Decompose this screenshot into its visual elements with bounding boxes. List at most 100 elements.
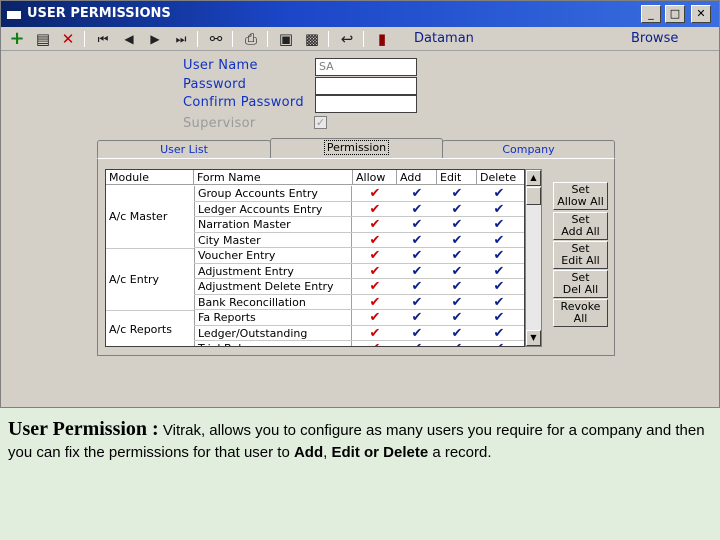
- supervisor-checkbox[interactable]: ✓: [314, 116, 327, 129]
- form-name-cell: Trial Bal: [194, 341, 352, 346]
- delete-icon[interactable]: ✕: [58, 29, 78, 49]
- binoculars-icon[interactable]: ⚯: [206, 29, 226, 49]
- table-row[interactable]: Adjustment Delete Entry ✔ ✔ ✔ ✔: [194, 279, 524, 295]
- column-header-form-name: Form Name: [194, 170, 353, 185]
- clipboard-icon[interactable]: ▤: [33, 29, 53, 49]
- undo-icon[interactable]: ↩: [337, 29, 357, 49]
- check-add-icon[interactable]: ✔: [397, 264, 437, 279]
- revoke-all-button[interactable]: Revoke All: [553, 299, 608, 327]
- check-add-icon[interactable]: ✔: [397, 295, 437, 310]
- check-delete-icon[interactable]: ✔: [479, 295, 519, 310]
- next-record-icon[interactable]: ▶: [145, 29, 165, 49]
- check-add-icon[interactable]: ✔: [397, 310, 437, 325]
- check-edit-icon[interactable]: ✔: [437, 279, 477, 294]
- print-icon[interactable]: ⎙: [241, 29, 261, 49]
- check-delete-icon[interactable]: ✔: [479, 279, 519, 294]
- table-row[interactable]: Fa Reports ✔ ✔ ✔ ✔: [194, 310, 524, 326]
- check-add-icon[interactable]: ✔: [397, 233, 437, 248]
- last-record-icon[interactable]: ⏭: [171, 29, 191, 49]
- check-edit-icon[interactable]: ✔: [437, 233, 477, 248]
- mode-indicator: Browse: [631, 31, 679, 46]
- set-allow-all-button[interactable]: Set Allow All: [553, 182, 608, 210]
- table-row[interactable]: Narration Master ✔ ✔ ✔ ✔: [194, 217, 524, 233]
- toolbar-separator: [84, 31, 85, 47]
- table-row[interactable]: Ledger/Outstanding ✔ ✔ ✔ ✔: [194, 325, 524, 341]
- table-row[interactable]: City Master ✔ ✔ ✔ ✔: [194, 232, 524, 248]
- check-delete-icon[interactable]: ✔: [479, 217, 519, 232]
- check-delete-icon[interactable]: ✔: [479, 326, 519, 341]
- check-allow-icon[interactable]: ✔: [355, 186, 395, 201]
- check-allow-icon[interactable]: ✔: [355, 233, 395, 248]
- check-delete-icon[interactable]: ✔: [479, 248, 519, 263]
- check-delete-icon[interactable]: ✔: [479, 264, 519, 279]
- tab-user-list[interactable]: User List: [97, 140, 271, 159]
- add-icon[interactable]: +: [7, 29, 27, 49]
- check-allow-icon[interactable]: ✔: [355, 326, 395, 341]
- check-edit-icon[interactable]: ✔: [437, 341, 477, 346]
- save-icon[interactable]: ▣: [276, 29, 296, 49]
- toolbar-separator: [267, 31, 268, 47]
- check-add-icon[interactable]: ✔: [397, 202, 437, 217]
- check-edit-icon[interactable]: ✔: [437, 310, 477, 325]
- minimize-button[interactable]: _: [641, 5, 661, 23]
- check-add-icon[interactable]: ✔: [397, 186, 437, 201]
- table-row[interactable]: Voucher Entry ✔ ✔ ✔ ✔: [194, 248, 524, 264]
- password-field[interactable]: [315, 77, 417, 95]
- prev-record-icon[interactable]: ◀: [119, 29, 139, 49]
- table-row[interactable]: Trial Bal✔✔✔✔: [194, 341, 524, 346]
- set-del-all-button[interactable]: Set Del All: [553, 270, 608, 298]
- check-edit-icon[interactable]: ✔: [437, 326, 477, 341]
- button-line: All: [573, 312, 588, 325]
- check-edit-icon[interactable]: ✔: [437, 186, 477, 201]
- check-allow-icon[interactable]: ✔: [355, 341, 395, 346]
- check-add-icon[interactable]: ✔: [397, 217, 437, 232]
- first-record-icon[interactable]: ⏮: [93, 29, 113, 49]
- tab-permission-label: Permission: [323, 140, 390, 155]
- check-allow-icon[interactable]: ✔: [355, 202, 395, 217]
- table-row[interactable]: Adjustment Entry ✔ ✔ ✔ ✔: [194, 263, 524, 279]
- set-edit-all-button[interactable]: Set Edit All: [553, 241, 608, 269]
- check-edit-icon[interactable]: ✔: [437, 264, 477, 279]
- check-edit-icon[interactable]: ✔: [437, 295, 477, 310]
- restore-button[interactable]: □: [665, 5, 685, 23]
- user-name-field[interactable]: SA: [315, 58, 417, 76]
- check-allow-icon[interactable]: ✔: [355, 295, 395, 310]
- caption-edit-delete: Edit or Delete: [331, 444, 429, 461]
- check-delete-icon[interactable]: ✔: [479, 186, 519, 201]
- check-delete-icon[interactable]: ✔: [479, 202, 519, 217]
- check-delete-icon[interactable]: ✔: [479, 310, 519, 325]
- check-allow-icon[interactable]: ✔: [355, 279, 395, 294]
- tab-permission[interactable]: Permission: [270, 138, 443, 159]
- check-add-icon[interactable]: ✔: [397, 248, 437, 263]
- permissions-grid: Module Form Name Allow Add Edit Delete A…: [105, 169, 525, 347]
- table-row[interactable]: Group Accounts Entry ✔ ✔ ✔ ✔: [194, 186, 524, 202]
- scroll-up-icon[interactable]: ▲: [526, 170, 541, 186]
- check-add-icon[interactable]: ✔: [397, 326, 437, 341]
- confirm-password-field[interactable]: [315, 95, 417, 113]
- module-cell: A/c Reports: [109, 323, 172, 336]
- check-allow-icon[interactable]: ✔: [355, 310, 395, 325]
- grid-scrollbar[interactable]: ▲ ▼: [525, 169, 542, 347]
- check-delete-icon[interactable]: ✔: [479, 233, 519, 248]
- check-delete-icon[interactable]: ✔: [479, 341, 519, 346]
- button-line: Del All: [562, 283, 599, 296]
- check-allow-icon[interactable]: ✔: [355, 217, 395, 232]
- check-edit-icon[interactable]: ✔: [437, 217, 477, 232]
- set-add-all-button[interactable]: Set Add All: [553, 212, 608, 240]
- table-row[interactable]: Ledger Accounts Entry ✔ ✔ ✔ ✔: [194, 201, 524, 217]
- table-row[interactable]: Bank Reconcillation ✔ ✔ ✔ ✔: [194, 294, 524, 310]
- check-add-icon[interactable]: ✔: [397, 341, 437, 346]
- tab-company[interactable]: Company: [442, 140, 615, 159]
- check-add-icon[interactable]: ✔: [397, 279, 437, 294]
- check-edit-icon[interactable]: ✔: [437, 248, 477, 263]
- scroll-down-icon[interactable]: ▼: [526, 330, 541, 346]
- confirm-password-label: Confirm Password: [183, 95, 304, 110]
- form-name-cell: Voucher Entry: [194, 248, 352, 263]
- check-allow-icon[interactable]: ✔: [355, 248, 395, 263]
- close-button[interactable]: ✕: [691, 5, 711, 23]
- check-edit-icon[interactable]: ✔: [437, 202, 477, 217]
- check-allow-icon[interactable]: ✔: [355, 264, 395, 279]
- exit-icon[interactable]: ▮: [372, 29, 392, 49]
- save-as-icon[interactable]: ▩: [302, 29, 322, 49]
- scroll-thumb[interactable]: [526, 187, 541, 205]
